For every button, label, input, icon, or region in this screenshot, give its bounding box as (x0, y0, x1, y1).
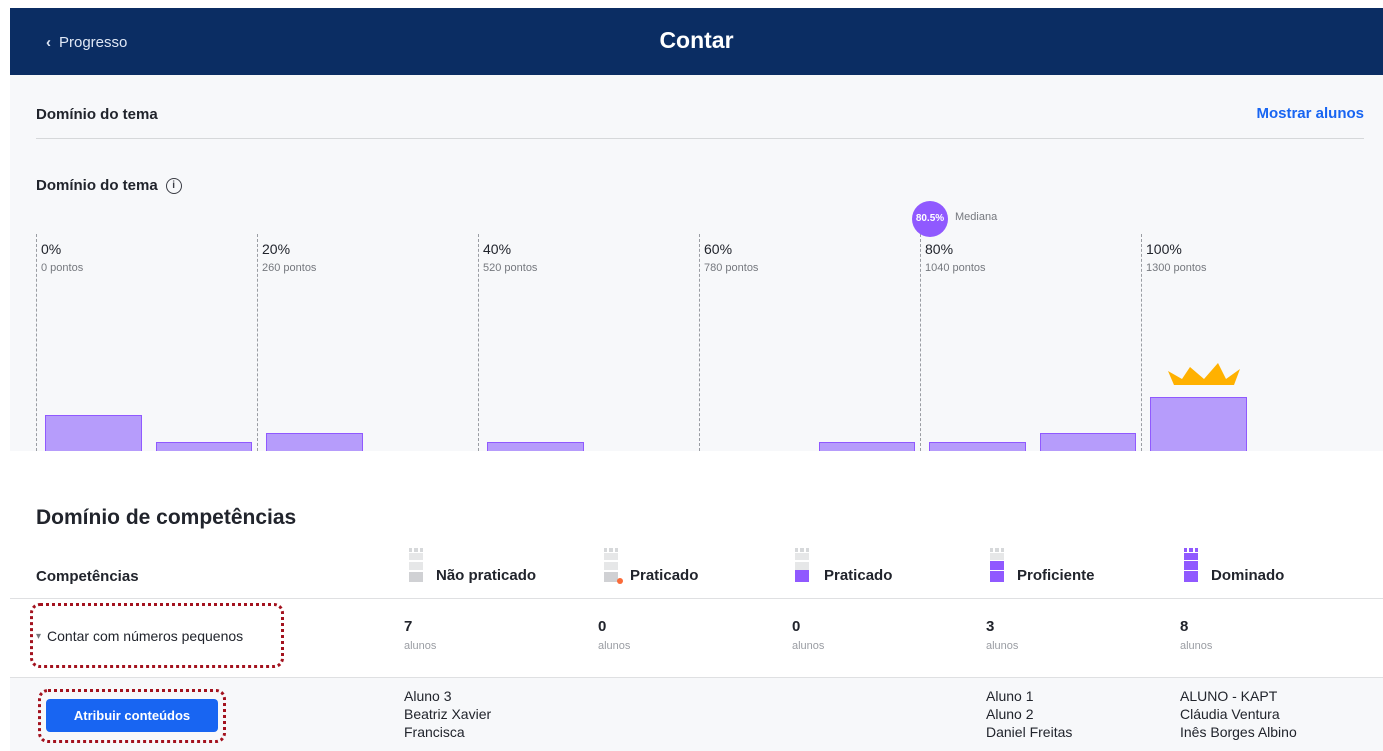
assign-content-button[interactable]: Atribuir conteúdos (46, 699, 218, 732)
tick-label: 0% (41, 241, 62, 257)
not-practiced-level-icon (409, 548, 423, 582)
count-unit: alunos (598, 640, 631, 652)
tick-sublabel: 260 pontos (262, 262, 317, 274)
tick-label: 20% (262, 241, 291, 257)
count-unit: alunos (1180, 640, 1213, 652)
median-badge: 80.5% (912, 201, 948, 237)
practiced-level-icon (604, 548, 623, 584)
student-name[interactable]: Cláudia Ventura (1180, 705, 1297, 723)
chevron-down-icon: ▾ (36, 630, 42, 642)
histogram-bar[interactable] (487, 442, 584, 451)
tick-line (257, 234, 258, 451)
student-name[interactable]: ALUNO - KAPT (1180, 687, 1297, 705)
tick-sublabel: 1040 pontos (925, 262, 986, 274)
row-divider (10, 598, 1383, 599)
tick-line (699, 234, 700, 451)
students-mastered: ALUNO - KAPT Cláudia Ventura Inês Borges… (1180, 687, 1297, 741)
students-not-practiced: Aluno 3 Beatriz Xavier Francisca (404, 687, 491, 741)
tick-sublabel: 0 pontos (41, 262, 84, 274)
proficient-level-icon (990, 548, 1004, 582)
count-mastered: 8 (1180, 618, 1189, 635)
student-name[interactable]: Aluno 2 (986, 705, 1072, 723)
mastered-level-icon (1184, 548, 1198, 582)
tick-label: 40% (483, 241, 512, 257)
level-header-not-practiced: Não praticado (436, 567, 537, 584)
tick-label: 80% (925, 241, 954, 257)
tick-sublabel: 520 pontos (483, 262, 538, 274)
skill-row-toggle[interactable]: ▾ Contar com números pequenos (36, 628, 243, 644)
count-practiced: 0 (598, 618, 607, 635)
tick-label: 100% (1146, 241, 1182, 257)
section-title: Domínio do tema (36, 106, 158, 123)
count-practiced-2: 0 (792, 618, 801, 635)
skill-name: Contar com números pequenos (47, 628, 244, 644)
level-header-practiced-2: Praticado (824, 567, 893, 584)
histogram-bar[interactable] (45, 415, 142, 451)
level-header-practiced: Praticado (630, 567, 699, 584)
level-header-proficient: Proficiente (1017, 567, 1095, 584)
tick-line (1141, 234, 1142, 451)
count-unit: alunos (792, 640, 825, 652)
count-not-practiced: 7 (404, 618, 413, 635)
median-label: Mediana (955, 211, 998, 223)
skills-title: Domínio de competências (36, 506, 297, 529)
tick-label: 60% (704, 241, 733, 257)
student-name[interactable]: Aluno 3 (404, 687, 491, 705)
histogram-bar[interactable] (818, 442, 915, 451)
tick-line (478, 234, 479, 451)
student-name[interactable]: Beatriz Xavier (404, 705, 491, 723)
tick-sublabel: 780 pontos (704, 262, 759, 274)
level-header-mastered: Dominado (1211, 567, 1285, 584)
count-proficient: 3 (986, 618, 995, 635)
top-header: ‹ Progresso Contar (10, 8, 1383, 75)
crown-icon (1168, 363, 1240, 385)
info-icon[interactable]: i (165, 177, 182, 194)
topic-mastery-panel: Domínio do tema Mostrar alunos Domínio d… (10, 75, 1383, 451)
student-name[interactable]: Aluno 1 (986, 687, 1072, 705)
histogram-bar[interactable] (1150, 397, 1247, 451)
count-unit: alunos (986, 640, 1019, 652)
student-name[interactable]: Francisca (404, 723, 491, 741)
tick-line (36, 234, 37, 451)
histogram-bar[interactable] (1039, 433, 1136, 451)
count-unit: alunos (404, 640, 437, 652)
student-name[interactable]: Inês Borges Albino (1180, 723, 1297, 741)
page-title: Contar (659, 27, 734, 53)
chart-title-text: Domínio do tema (36, 177, 158, 194)
tick-line (920, 234, 921, 451)
show-students-link[interactable]: Mostrar alunos (1256, 105, 1364, 122)
skills-column-header: Competências (36, 568, 139, 585)
chart-title: Domínio do tema i (36, 177, 182, 194)
tick-sublabel: 1300 pontos (1146, 262, 1207, 274)
practiced-purple-level-icon (795, 548, 809, 582)
histogram-bar[interactable] (266, 433, 363, 451)
divider (36, 138, 1364, 139)
student-name[interactable]: Daniel Freitas (986, 723, 1072, 741)
histogram-bar[interactable] (155, 442, 252, 451)
students-proficient: Aluno 1 Aluno 2 Daniel Freitas (986, 687, 1072, 741)
histogram-bar[interactable] (929, 442, 1026, 451)
